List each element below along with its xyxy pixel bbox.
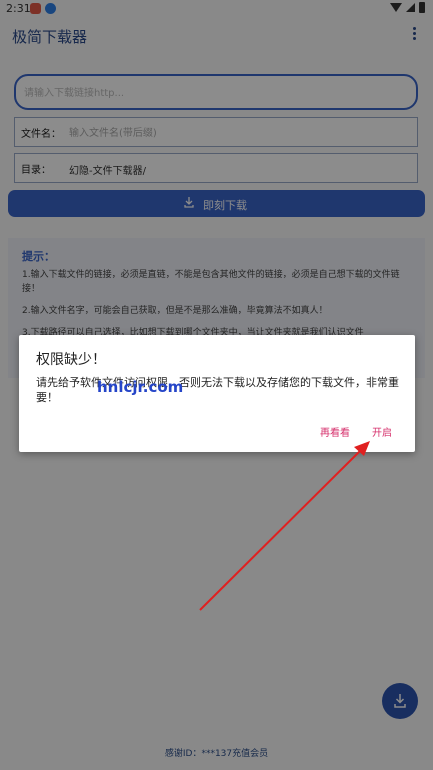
- dialog-title: 权限缺少！: [36, 352, 106, 368]
- dialog-later-button[interactable]: 再看看: [320, 424, 350, 439]
- dialog-message: 请先给予软件文件访问权限，否则无法下载以及存储您的下载文件，非常重要！: [36, 376, 399, 404]
- watermark-text: hnlcjr.com: [97, 378, 184, 396]
- permission-dialog: 权限缺少！ 请先给予软件文件访问权限，否则无法下载以及存储您的下载文件，非常重要…: [19, 335, 415, 452]
- dialog-open-button[interactable]: 开启: [372, 424, 392, 439]
